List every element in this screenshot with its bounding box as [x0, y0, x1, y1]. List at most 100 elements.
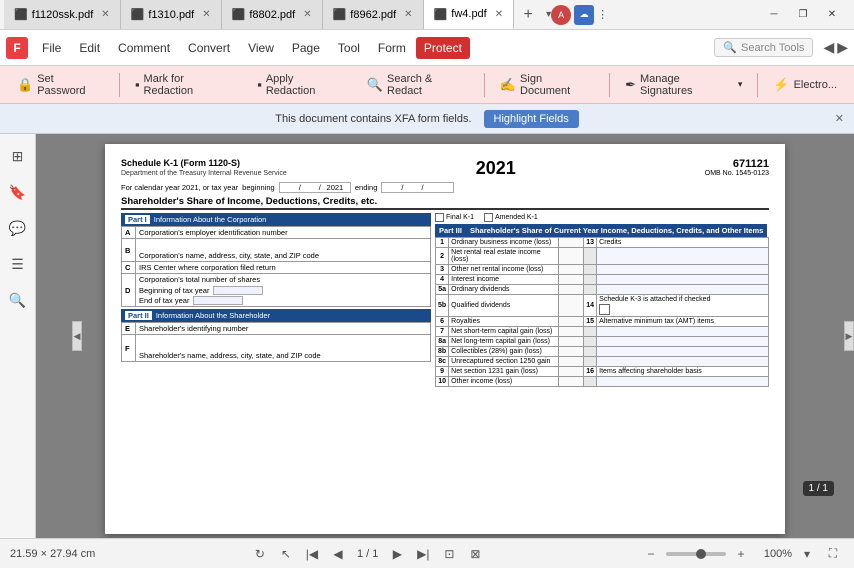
pdf-omb: OMB No. 1545-0123 — [705, 170, 769, 177]
search-redact-button[interactable]: 🔍 Search & Redact — [358, 69, 478, 101]
left-sidebar: ⊞ 🔖 💬 ☰ 🔍 — [0, 134, 36, 538]
zoom-in-button[interactable]: + — [730, 543, 752, 565]
restore-button[interactable]: ❐ — [789, 5, 817, 25]
apply-redaction-button[interactable]: ▪ Apply Redaction — [248, 69, 354, 101]
signature-icon: ✒ — [625, 77, 636, 93]
table-row: 8a Net long-term capital gain (loss) — [436, 337, 769, 347]
sidebar-comments-icon[interactable]: 💬 — [4, 214, 32, 242]
pdf-schedule-title: Schedule K-1 (Form 1120-S) — [121, 158, 287, 170]
menu-page[interactable]: Page — [284, 37, 328, 59]
minimize-button[interactable]: ─ — [760, 5, 788, 25]
table-row: 6 Royalties 15 Alternative minimum tax (… — [436, 317, 769, 327]
fit-page-button[interactable]: ⊡ — [438, 543, 460, 565]
tab-close-0[interactable]: ✕ — [101, 9, 109, 20]
right-panel-collapse[interactable]: ▶ — [844, 321, 854, 351]
tab-close-3[interactable]: ✕ — [404, 9, 412, 20]
profile-avatar[interactable]: A — [551, 5, 571, 25]
sign-document-button[interactable]: ✍ Sign Document — [491, 69, 603, 101]
row-content-F: Shareholder's name, address, city, state… — [136, 335, 431, 362]
mark-redaction-button[interactable]: ▪ Mark for Redaction — [126, 69, 244, 101]
tab-f1120ssk[interactable]: ⬛ f1120ssk.pdf ✕ — [4, 0, 121, 29]
menu-protect[interactable]: Protect — [416, 37, 470, 59]
table-row: F Shareholder's name, address, city, sta… — [122, 335, 431, 362]
menu-tool[interactable]: Tool — [330, 37, 368, 59]
search-tools-input[interactable]: 🔍 Search Tools — [714, 38, 813, 57]
menu-bar: F File Edit Comment Convert View Page To… — [0, 30, 854, 66]
close-button[interactable]: ✕ — [818, 5, 846, 25]
menu-edit[interactable]: Edit — [71, 37, 108, 59]
sidebar-pages-icon[interactable]: ⊞ — [4, 142, 32, 170]
sidebar-bookmarks-icon[interactable]: 🔖 — [4, 178, 32, 206]
table-row: 9 Net section 1231 gain (loss) 16 Items … — [436, 367, 769, 377]
tab-f8962[interactable]: ⬛ f8962.pdf ✕ — [323, 0, 424, 29]
title-bar: ⬛ f1120ssk.pdf ✕ ⬛ f1310.pdf ✕ ⬛ f8802.p… — [0, 0, 854, 30]
highlight-fields-button[interactable]: Highlight Fields — [484, 110, 579, 128]
tab-close-1[interactable]: ✕ — [202, 9, 210, 20]
menu-convert[interactable]: Convert — [180, 37, 238, 59]
electronic-button[interactable]: ⚡ Electro... — [764, 73, 846, 97]
shareholder-title: Shareholder's Share of Income, Deduction… — [121, 196, 769, 210]
account-icon[interactable]: ☁ — [574, 5, 594, 25]
manage-signatures-button[interactable]: ✒ Manage Signatures ▾ — [616, 69, 751, 101]
table-row: 1 Ordinary business income (loss) 13 Cre… — [436, 238, 769, 248]
tax-year-label: For calendar year 2021, or tax year — [121, 183, 238, 192]
nav-forward-icon[interactable]: ▶ — [837, 39, 848, 56]
amended-k1-checkbox[interactable] — [484, 213, 493, 222]
first-page-button[interactable]: |◀ — [301, 543, 323, 565]
pdf-dept: Department of the Treasury Internal Reve… — [121, 170, 287, 177]
next-page-button[interactable]: ▶ — [386, 543, 408, 565]
menu-comment[interactable]: Comment — [110, 37, 178, 59]
prev-page-button[interactable]: ◀ — [327, 543, 349, 565]
table-row: B Corporation's name, address, city, sta… — [122, 239, 431, 262]
sidebar-search-icon[interactable]: 🔍 — [4, 286, 32, 314]
menu-file[interactable]: File — [34, 37, 69, 59]
menu-view[interactable]: View — [240, 37, 282, 59]
row-content-A: Corporation's employer identification nu… — [136, 227, 431, 239]
document-dimensions: 21.59 × 27.94 cm — [10, 548, 95, 560]
tab-close-2[interactable]: ✕ — [303, 9, 311, 20]
row-label-B: B — [122, 239, 136, 262]
new-tab-button[interactable]: + — [514, 1, 542, 29]
search-icon: 🔍 — [723, 41, 737, 54]
tab-f1310[interactable]: ⬛ f1310.pdf ✕ — [121, 0, 222, 29]
xfa-message: This document contains XFA form fields. — [275, 113, 471, 125]
dropdown-arrow-icon: ▾ — [738, 79, 743, 90]
k3-checkbox[interactable] — [599, 304, 610, 315]
more-options-icon[interactable]: ⋮ — [597, 8, 608, 21]
tab-f8802[interactable]: ⬛ f8802.pdf ✕ — [222, 0, 323, 29]
pdf-year: 2021 — [476, 158, 516, 179]
shares-end-input[interactable] — [193, 296, 243, 305]
shares-beginning-input[interactable] — [213, 286, 263, 295]
tab-strip: ⬛ f1120ssk.pdf ✕ ⬛ f1310.pdf ✕ ⬛ f8802.p… — [4, 0, 760, 29]
row-label-A: A — [122, 227, 136, 239]
xfa-notification-bar: This document contains XFA form fields. … — [0, 104, 854, 134]
table-row: 7 Net short-term capital gain (loss) — [436, 327, 769, 337]
rotate-button[interactable]: ↻ — [249, 543, 271, 565]
part1-title: Information About the Corporation — [154, 215, 267, 224]
zoom-out-button[interactable]: − — [640, 543, 662, 565]
date-year-field[interactable]: 2021 — [322, 183, 348, 192]
left-panel-collapse[interactable]: ◀ — [72, 321, 82, 351]
set-password-button[interactable]: 🔒 Set Password — [8, 69, 113, 101]
ending-label: ending — [355, 183, 378, 192]
final-k1-checkbox[interactable] — [435, 213, 444, 222]
table-row: 10 Other income (loss) — [436, 377, 769, 387]
select-tool-button[interactable]: ↖ — [275, 543, 297, 565]
part2-title: Information About the Shareholder — [156, 311, 270, 320]
zoom-dropdown-button[interactable]: ▾ — [796, 543, 818, 565]
sidebar-layers-icon[interactable]: ☰ — [4, 250, 32, 278]
fit-width-button[interactable]: ⊠ — [464, 543, 486, 565]
menu-form[interactable]: Form — [370, 37, 414, 59]
last-page-button[interactable]: ▶| — [412, 543, 434, 565]
nav-back-icon[interactable]: ◀ — [823, 39, 834, 56]
table-row: C IRS Center where corporation filed ret… — [122, 262, 431, 274]
pdf-viewer[interactable]: ◀ Schedule K-1 (Form 1120-S) Department … — [36, 134, 854, 538]
zoom-slider[interactable] — [666, 552, 726, 556]
main-area: ⊞ 🔖 💬 ☰ 🔍 ◀ Schedule K-1 (Form 1120-S) D… — [0, 134, 854, 538]
fullscreen-button[interactable]: ⛶ — [822, 543, 844, 565]
xfa-close-button[interactable]: ✕ — [835, 112, 844, 125]
tab-close-4[interactable]: ✕ — [495, 9, 503, 20]
tab-fw4[interactable]: ⬛ fw4.pdf ✕ — [424, 0, 515, 29]
toolbar-separator-1 — [119, 73, 120, 97]
table-row: D Corporation's total number of shares B… — [122, 274, 431, 307]
